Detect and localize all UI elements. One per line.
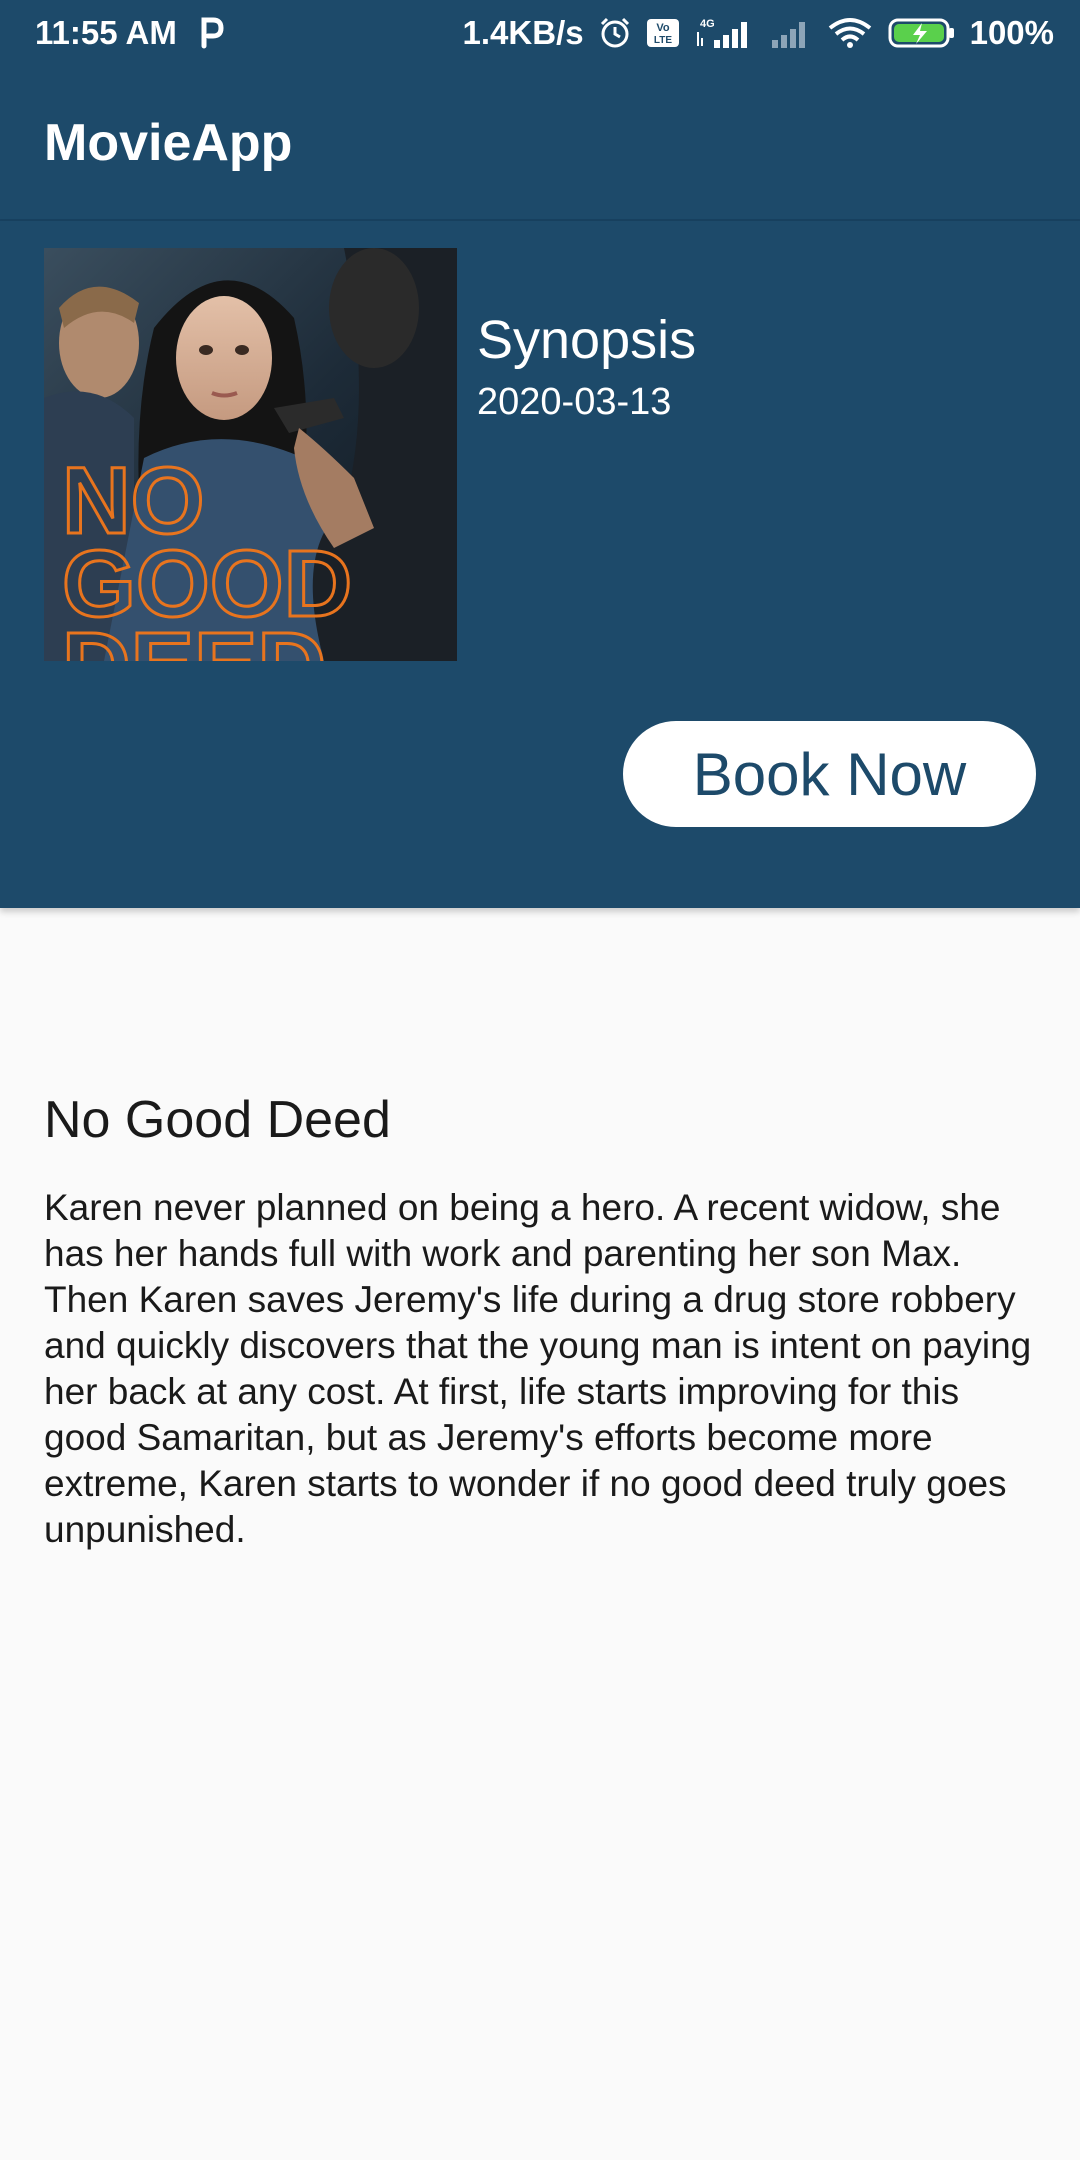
synopsis-label: Synopsis [477, 310, 697, 370]
p-icon [199, 16, 225, 50]
poster-title-line: DEED [62, 613, 326, 661]
battery-charging-icon [888, 16, 956, 50]
movie-title: No Good Deed [44, 1091, 391, 1149]
network-type-label: 4G [700, 18, 715, 30]
book-now-button[interactable]: Book Now [623, 721, 1036, 827]
svg-text:LTE: LTE [654, 35, 672, 46]
app-title: MovieApp [44, 113, 293, 172]
network-speed: 1.4KB/s [462, 14, 584, 51]
volte-icon: Vo LTE [646, 16, 680, 50]
signal-icon [768, 16, 812, 50]
movie-header: NO GOOD DEED Synopsis 2020-03-13 Book No… [0, 221, 1080, 908]
app-bar: MovieApp [0, 66, 1080, 221]
movie-poster: NO GOOD DEED [44, 248, 457, 661]
release-date: 2020-03-13 [477, 381, 672, 423]
status-time: 11:55 AM [35, 14, 177, 51]
signal-icon: 4G [694, 16, 754, 50]
wifi-icon [826, 16, 874, 50]
status-bar: 11:55 AM 1.4KB/s Vo LTE 4G 100% [0, 0, 1080, 66]
battery-level: 100% [969, 14, 1054, 51]
alarm-icon [598, 16, 632, 50]
movie-overview: Karen never planned on being a hero. A r… [44, 1187, 1032, 1550]
svg-text:Vo: Vo [656, 22, 670, 34]
